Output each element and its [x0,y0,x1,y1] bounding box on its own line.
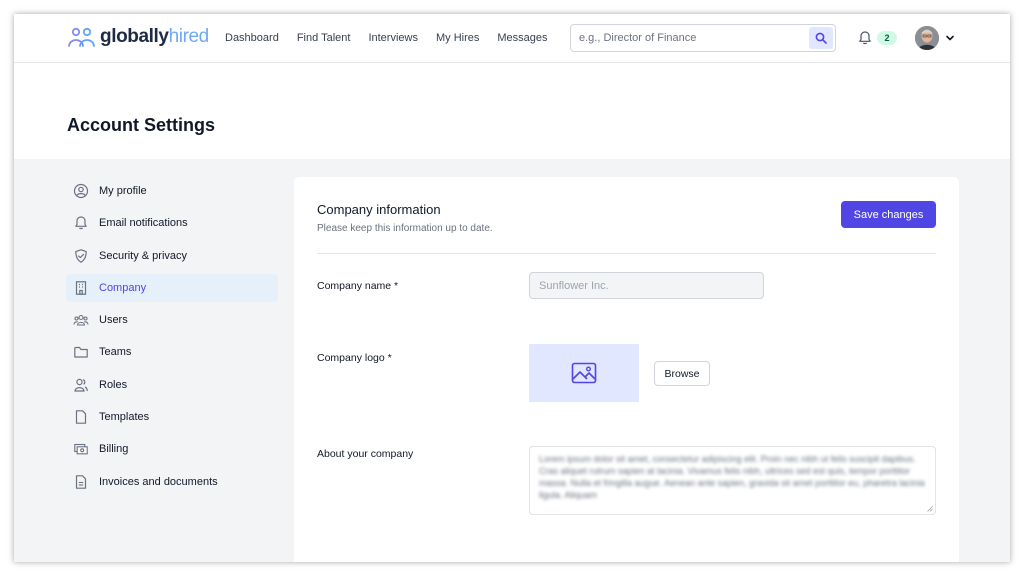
document-icon [73,409,89,425]
sidebar-item-templates[interactable]: Templates [66,403,278,431]
section-title: Company information [317,202,441,217]
sidebar-item-roles[interactable]: Roles [66,371,278,399]
nav-interviews[interactable]: Interviews [368,32,418,44]
people-logo-icon [68,27,95,47]
office-building-icon [73,280,89,296]
section-subtitle: Please keep this information up to date. [317,223,493,234]
settings-sidebar: My profile Email notifications Security … [66,177,278,500]
top-navigation: globallyhired Dashboard Find Talent Inte… [14,14,1010,63]
browse-button[interactable]: Browse [654,361,710,386]
sidebar-item-label: My profile [99,185,147,197]
brand-logo[interactable]: globallyhired [67,26,209,48]
sidebar-item-label: Billing [99,443,129,456]
company-name-label: Company name * [317,280,399,292]
user-avatar[interactable] [915,26,939,50]
main-nav: Dashboard Find Talent Interviews My Hire… [225,32,566,44]
shield-check-icon [73,248,89,264]
cash-icon [73,441,89,457]
sidebar-item-invoices-documents[interactable]: Invoices and documents [66,468,278,496]
search-input[interactable] [579,30,799,46]
sidebar-item-label: Templates [99,411,150,424]
search-icon [815,32,827,44]
sidebar-item-billing[interactable]: Billing [66,435,278,463]
sidebar-item-label: Invoices and documents [99,475,218,488]
search-button[interactable] [809,27,833,49]
sidebar-item-label: Email notifications [99,217,188,230]
bell-icon [73,215,89,231]
folder-icon [73,344,89,360]
user-group-icon [73,312,89,328]
resize-handle-icon[interactable] [927,506,933,512]
image-icon [571,362,597,384]
nav-my-hires[interactable]: My Hires [436,32,479,44]
about-company-textarea[interactable]: Lorem ipsum dolor sit amet, consectetur … [530,447,935,514]
sidebar-item-label: Security & privacy [99,249,188,262]
sidebar-item-label: Roles [99,378,128,391]
sidebar-item-label: Teams [99,346,132,359]
users-icon [73,377,89,393]
company-information-card: Company information Please keep this inf… [294,177,959,562]
sidebar-item-email-notifications[interactable]: Email notifications [66,209,278,237]
user-circle-icon [73,183,89,199]
nav-messages[interactable]: Messages [497,32,547,44]
save-changes-button[interactable]: Save changes [841,201,936,228]
sidebar-item-security-privacy[interactable]: Security & privacy [66,242,278,270]
logo-upload-preview[interactable] [529,344,639,402]
about-company-label: About your company [317,448,414,460]
sidebar-item-users[interactable]: Users [66,306,278,334]
app-window: globallyhired Dashboard Find Talent Inte… [14,14,1010,562]
search-box [570,24,836,52]
nav-dashboard[interactable]: Dashboard [225,32,279,44]
company-logo-label: Company logo * [317,352,392,364]
notification-count-badge: 2 [877,31,897,45]
sidebar-item-label: Users [99,314,128,327]
page-header: Account Settings [14,63,1010,159]
brand-name: globallyhired [100,26,209,47]
avatar-photo [915,26,939,50]
document-text-icon [73,474,89,490]
chevron-down-icon[interactable] [945,33,955,43]
sidebar-item-label: Company [99,281,147,294]
bell-icon[interactable] [857,30,873,46]
sidebar-item-company[interactable]: Company [66,273,278,302]
company-name-input[interactable] [529,272,764,299]
sidebar-item-teams[interactable]: Teams [66,338,278,366]
nav-find-talent[interactable]: Find Talent [297,32,351,44]
divider [317,253,936,254]
page-title: Account Settings [67,115,216,135]
sidebar-item-my-profile[interactable]: My profile [66,177,278,205]
about-company-field[interactable]: Lorem ipsum dolor sit amet, consectetur … [529,446,936,515]
